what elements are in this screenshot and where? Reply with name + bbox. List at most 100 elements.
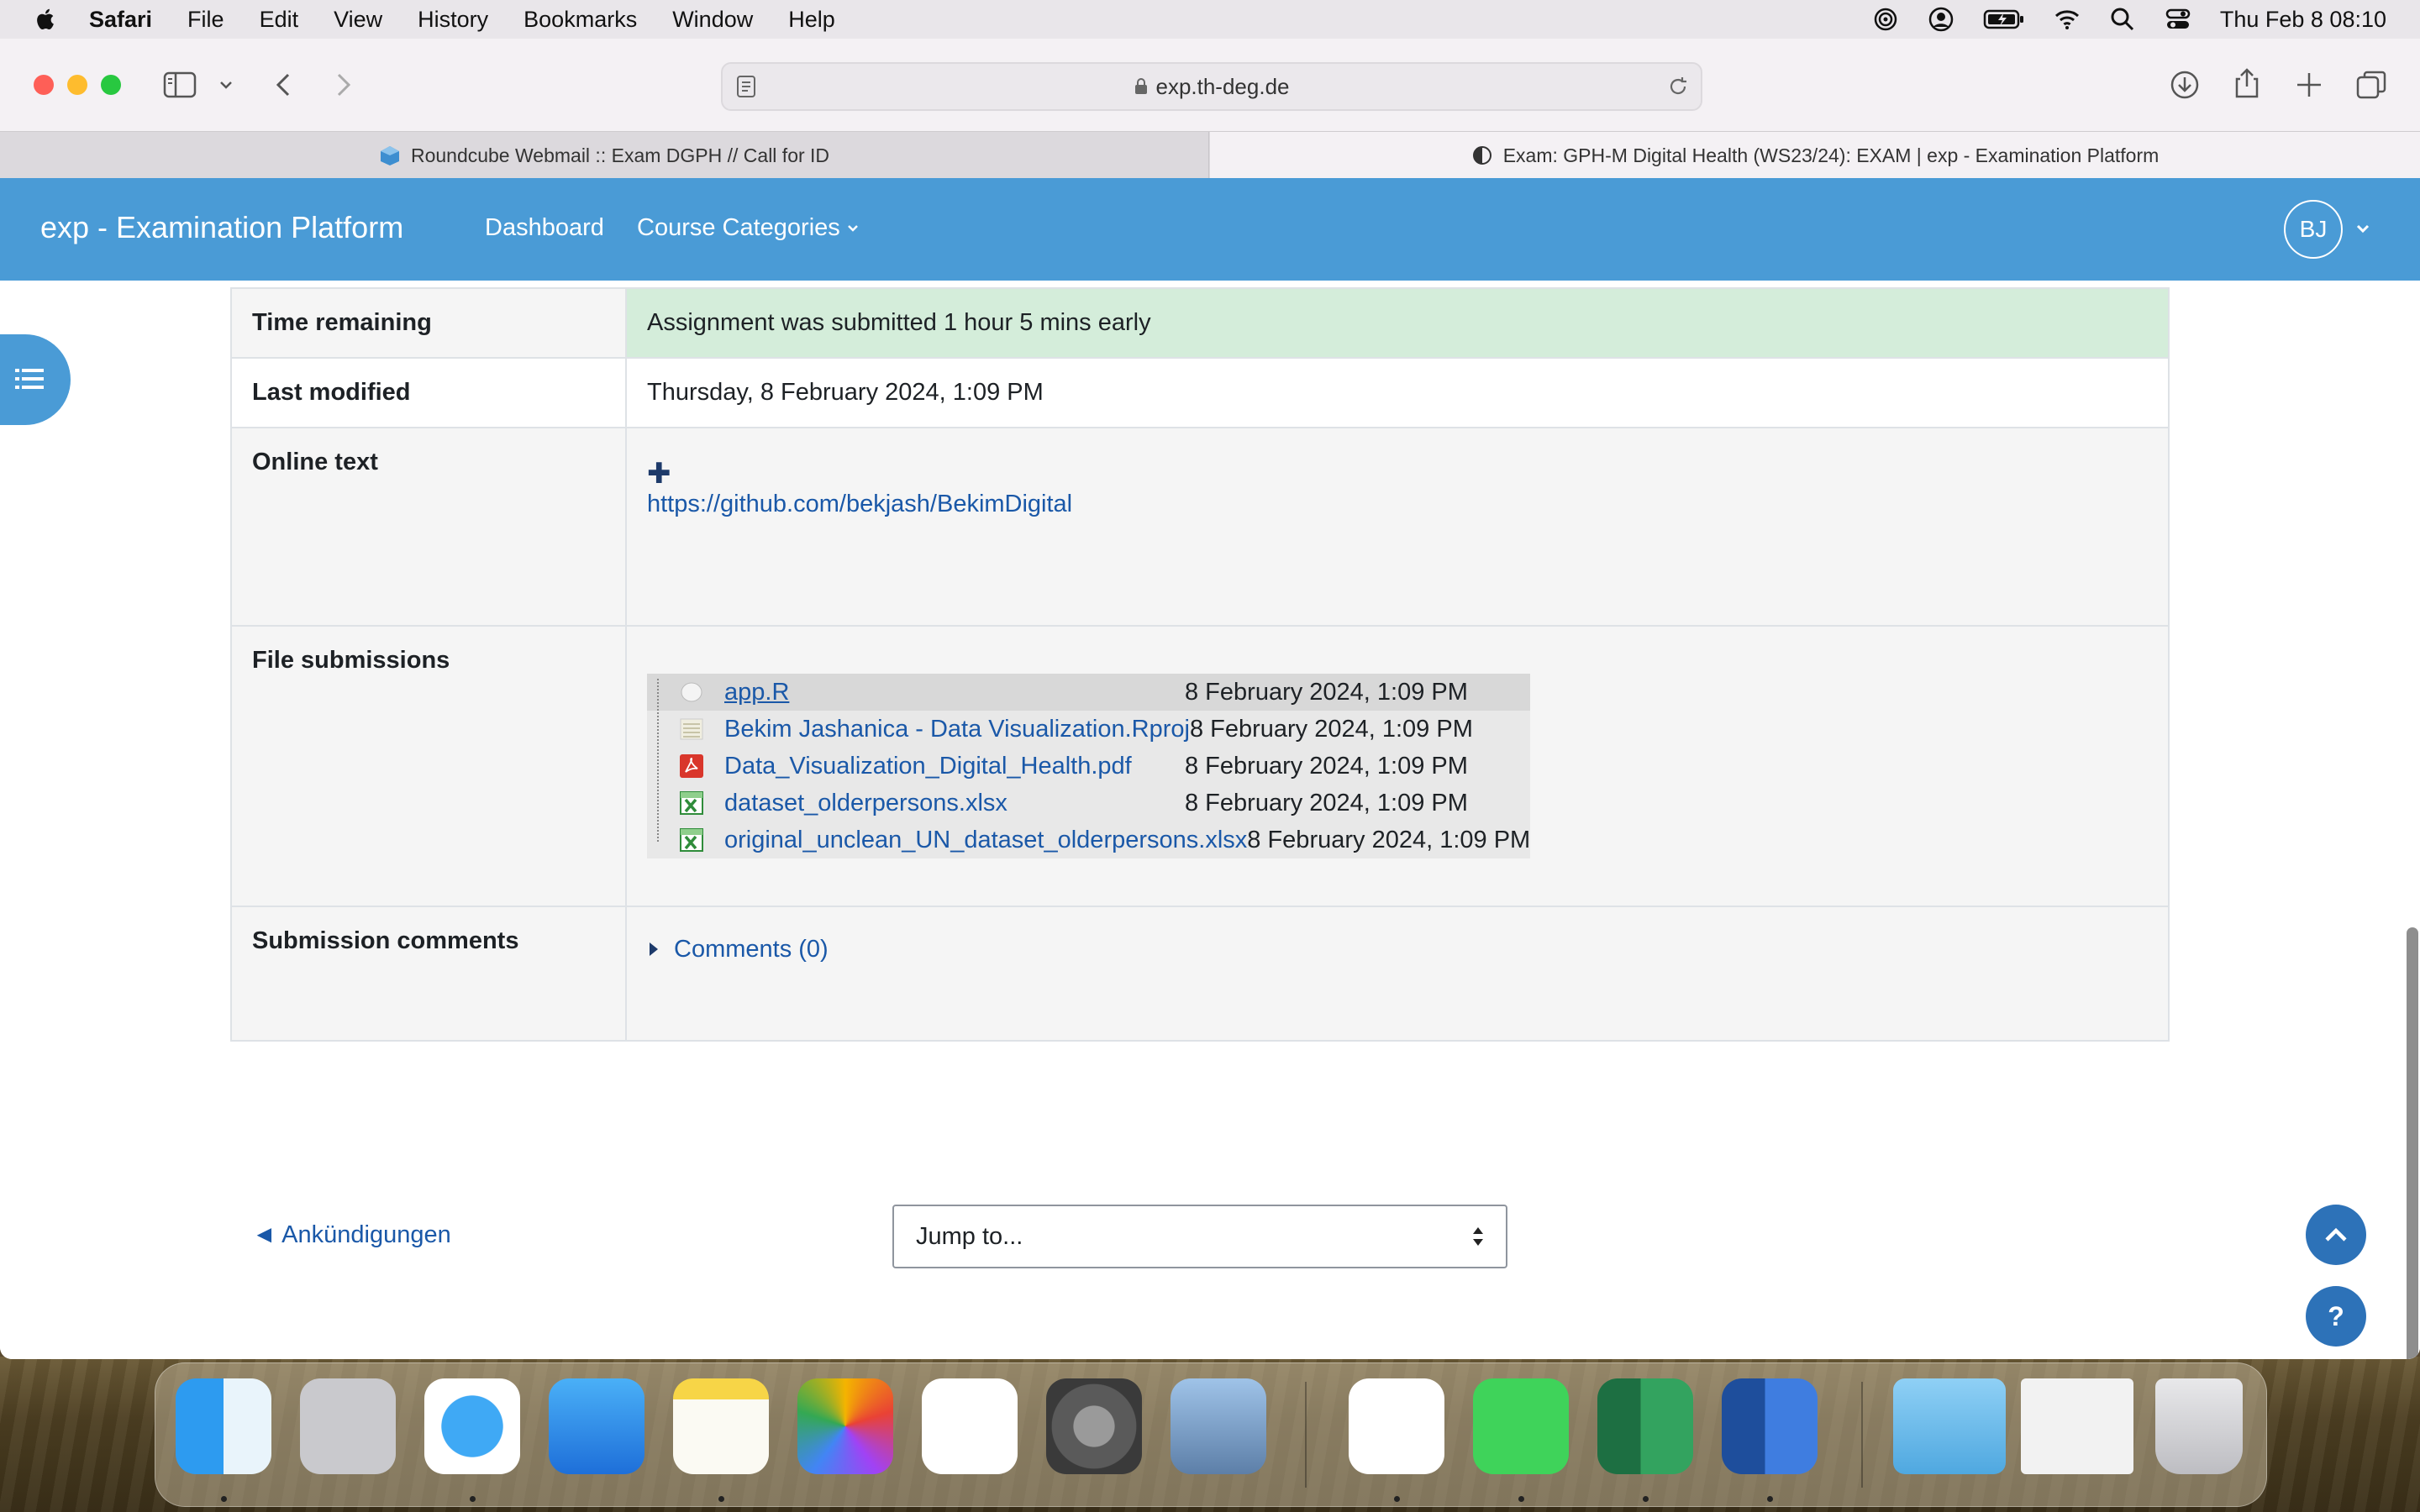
file-link[interactable]: original_unclean_UN_dataset_olderpersons…: [724, 827, 1247, 854]
back-arrow-icon[interactable]: [267, 68, 301, 102]
file-date: 8 February 2024, 1:09 PM: [1185, 789, 1468, 816]
nav-course-categories[interactable]: Course Categories: [637, 214, 860, 242]
dock-separator: [1305, 1382, 1307, 1488]
user-account-icon[interactable]: [1928, 6, 1954, 33]
back-to-top-button[interactable]: [2306, 1205, 2366, 1265]
file-row: app.R 8 February 2024, 1:09 PM: [647, 674, 1531, 711]
nav-dashboard[interactable]: Dashboard: [485, 214, 604, 242]
zoom-window-button[interactable]: [101, 75, 121, 95]
row-last-modified: Last modified Thursday, 8 February 2024,…: [230, 357, 2170, 428]
user-menu-chevron-icon[interactable]: [2354, 220, 2371, 237]
file-date: 8 February 2024, 1:09 PM: [1189, 715, 1473, 743]
safari-toolbar: exp.th-deg.de: [0, 39, 2420, 131]
text-file-icon: [680, 718, 703, 740]
tab-title: Exam: GPH-M Digital Health (WS23/24): EX…: [1502, 144, 2160, 166]
row-file-submissions: File submissions app.R 8 February 2024, …: [230, 625, 2170, 907]
github-link[interactable]: https://github.com/bekjash/BekimDigital: [647, 491, 1072, 517]
select-arrows-icon: [1473, 1227, 1483, 1246]
notes-icon[interactable]: [673, 1378, 769, 1474]
menubar-clock[interactable]: Thu Feb 8 08:10: [2220, 7, 2386, 33]
tab-roundcube[interactable]: Roundcube Webmail :: Exam DGPH // Call f…: [0, 132, 1209, 179]
forward-arrow-icon[interactable]: [326, 68, 360, 102]
spreadsheet-icon: [680, 791, 703, 815]
spotlight-search-icon[interactable]: [2109, 6, 2136, 33]
file-date: 8 February 2024, 1:09 PM: [1247, 826, 1531, 853]
submission-comments-value: Comments (0): [625, 906, 2170, 1042]
file-submissions-label: File submissions: [230, 625, 627, 907]
menu-history[interactable]: History: [418, 7, 488, 33]
chevron-down-icon: [847, 225, 858, 233]
generic-file-icon: [681, 682, 702, 702]
jump-to-value: Jump to...: [916, 1223, 1023, 1250]
close-window-button[interactable]: [34, 75, 54, 95]
previous-activity-link[interactable]: ◄ Ankündigungen: [252, 1221, 451, 1249]
main-content: Time remaining Assignment was submitted …: [0, 281, 2420, 1359]
submission-comments-label: Submission comments: [230, 906, 627, 1042]
whatsapp-icon[interactable]: [1473, 1378, 1569, 1474]
calendar-icon[interactable]: [922, 1378, 1018, 1474]
finder-icon[interactable]: [176, 1378, 271, 1474]
chevron-down-icon[interactable]: [213, 68, 239, 102]
address-bar[interactable]: exp.th-deg.de: [721, 62, 1702, 111]
share-icon[interactable]: [2230, 66, 2264, 100]
trash-icon[interactable]: [2155, 1378, 2243, 1474]
list-icon: [15, 369, 44, 389]
site-brand[interactable]: exp - Examination Platform: [40, 210, 403, 245]
menu-app-name[interactable]: Safari: [89, 7, 152, 33]
menu-view[interactable]: View: [334, 7, 382, 33]
help-button[interactable]: ?: [2306, 1286, 2366, 1347]
tab-title: Roundcube Webmail :: Exam DGPH // Call f…: [410, 144, 830, 166]
dock: [155, 1362, 2267, 1507]
safari-icon[interactable]: [424, 1378, 520, 1474]
minimize-window-button[interactable]: [67, 75, 87, 95]
running-indicator: [1394, 1496, 1400, 1502]
battery-icon[interactable]: [1983, 6, 2025, 33]
file-link[interactable]: Bekim Jashanica - Data Visualization.Rpr…: [724, 716, 1190, 743]
excel-icon[interactable]: [1597, 1378, 1693, 1474]
photos-icon[interactable]: [797, 1378, 893, 1474]
tab-bar: Roundcube Webmail :: Exam DGPH // Call f…: [0, 131, 2420, 179]
page-scrollbar[interactable]: [2407, 927, 2418, 1359]
wifi-icon[interactable]: [2054, 6, 2081, 33]
word-icon[interactable]: [1722, 1378, 1818, 1474]
expand-plus-icon[interactable]: ✚: [647, 457, 2148, 491]
menu-edit[interactable]: Edit: [260, 7, 299, 33]
jump-to-select[interactable]: Jump to...: [892, 1205, 1507, 1268]
comments-toggle[interactable]: Comments (0): [647, 936, 2148, 963]
user-avatar[interactable]: BJ: [2284, 200, 2343, 259]
comments-link[interactable]: Comments (0): [674, 936, 829, 963]
menu-bar: Safari File Edit View History Bookmarks …: [0, 0, 2420, 39]
system-settings-icon[interactable]: [1046, 1378, 1142, 1474]
downloads-folder-icon[interactable]: [1893, 1378, 2006, 1474]
document-thumbnail-icon[interactable]: [2021, 1378, 2133, 1474]
menu-file[interactable]: File: [187, 7, 224, 33]
file-link[interactable]: Data_Visualization_Digital_Health.pdf: [724, 753, 1185, 780]
control-center-icon[interactable]: [2165, 6, 2191, 33]
reload-icon[interactable]: [1667, 76, 1689, 97]
sidebar-toggle-icon[interactable]: [163, 68, 197, 102]
airdrop-icon[interactable]: [1872, 6, 1899, 33]
downloads-icon[interactable]: [2168, 68, 2202, 102]
file-link[interactable]: app.R: [724, 679, 1185, 706]
url-text[interactable]: exp.th-deg.de: [1155, 74, 1289, 99]
preview-icon[interactable]: [1171, 1378, 1266, 1474]
apple-icon[interactable]: [34, 7, 59, 32]
tab-overview-icon[interactable]: [2354, 68, 2388, 102]
running-indicator: [1643, 1496, 1649, 1502]
teams-icon[interactable]: [1349, 1378, 1444, 1474]
new-tab-plus-icon[interactable]: [2292, 68, 2326, 102]
time-remaining-value: Assignment was submitted 1 hour 5 mins e…: [625, 287, 2170, 359]
running-indicator: [470, 1496, 476, 1502]
course-index-toggle[interactable]: [0, 334, 71, 425]
file-link[interactable]: dataset_olderpersons.xlsx: [724, 790, 1185, 817]
row-submission-comments: Submission comments Comments (0): [230, 906, 2170, 1042]
menu-help[interactable]: Help: [788, 7, 835, 33]
menu-bookmarks[interactable]: Bookmarks: [523, 7, 637, 33]
mail-icon[interactable]: [549, 1378, 644, 1474]
online-text-value: ✚ https://github.com/bekjash/BekimDigita…: [625, 427, 2170, 627]
row-online-text: Online text ✚ https://github.com/bekjash…: [230, 427, 2170, 627]
tab-exam[interactable]: Exam: GPH-M Digital Health (WS23/24): EX…: [1210, 132, 2420, 179]
launchpad-icon[interactable]: [300, 1378, 396, 1474]
exam-platform-favicon-icon: [1472, 146, 1491, 165]
menu-window[interactable]: Window: [672, 7, 753, 33]
